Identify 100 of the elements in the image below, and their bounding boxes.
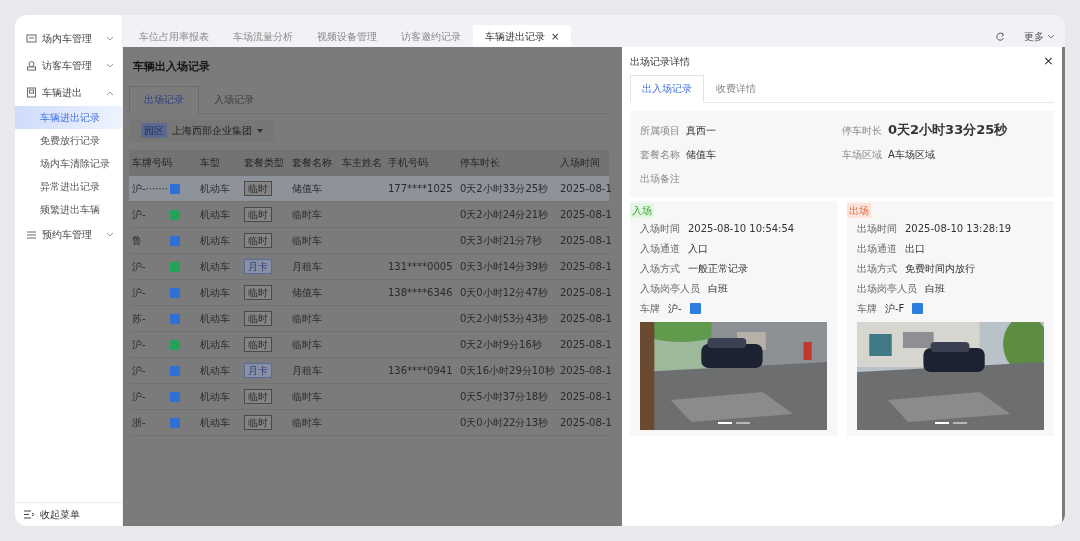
table-cell: 2025-08-1 — [557, 409, 609, 436]
sidebar-item[interactable]: 免费放行记录 — [15, 129, 122, 152]
page-tab[interactable]: 访客邀约记录 — [389, 25, 473, 47]
package-tag: 月卡 — [244, 363, 272, 378]
table-row[interactable]: 沪- 机动车 月卡 月租车 131****0005 0天3小时14分39秒 2025-08-1 — [129, 253, 609, 280]
table-cell: 临时车 — [289, 227, 339, 254]
table-cell: 机动车 — [197, 409, 241, 436]
field-value: 0天2小时33分25秒 — [888, 121, 1008, 140]
package-tag: 临时 — [244, 180, 272, 196]
table-cell: 2025-08-1 — [557, 383, 609, 410]
column-header: 套餐类型 — [241, 149, 289, 176]
column-header: 车型 — [197, 149, 241, 176]
table-cell: 临时车 — [289, 305, 339, 332]
table-cell: 2025-08-1 — [557, 253, 609, 280]
sidebar-item[interactable]: 异常进出记录 — [15, 175, 122, 198]
table-row[interactable]: 苏- 机动车 临时 临时车 0天2小时53分43秒 2025-08-1 — [129, 305, 609, 332]
column-header: 车牌号码 — [129, 149, 197, 176]
collapse-icon — [23, 509, 35, 520]
table-row[interactable]: 沪- 机动车 月卡 月租车 136****0941 0天16小时29分10秒 2025-08-1 — [129, 357, 609, 384]
document-icon — [26, 87, 37, 98]
tab[interactable]: 出入场记录 — [630, 75, 704, 103]
table-row[interactable]: 沪- 机动车 临时 临时车 0天2小时24分21秒 2025-08-1 — [129, 201, 609, 228]
page-tab[interactable]: 视频设备管理 — [305, 25, 389, 47]
field-label: 车牌 — [857, 301, 877, 316]
table-cell: 0天3小时21分7秒 — [457, 227, 557, 254]
drawer-title: 出场记录详情 — [630, 54, 690, 69]
table-cell: 2025-08-1 — [557, 227, 609, 254]
sidebar-item[interactable]: 访客车管理 — [15, 52, 122, 79]
field-label: 停车时长 — [842, 123, 882, 138]
table-cell: 临时车 — [289, 383, 339, 410]
table-cell: 机动车 — [197, 357, 241, 384]
table-cell: 177****1025 — [388, 182, 453, 194]
list-icon — [26, 229, 37, 240]
table-cell: 月租车 — [289, 253, 339, 280]
sidebar-item[interactable]: 车辆进出记录 — [15, 106, 122, 129]
table-cell: 2025-08-1 — [557, 175, 609, 202]
table-row[interactable]: 沪- 机动车 临时 临时车 0天5小时37分18秒 2025-08-1 — [129, 383, 609, 410]
table-cell: 机动车 — [197, 383, 241, 410]
package-tag: 临时 — [244, 337, 272, 352]
column-header: 车主姓名 — [339, 149, 385, 176]
column-header: 手机号码 — [385, 149, 457, 176]
field-label: 入场岗亭人员 — [640, 281, 700, 296]
close-button[interactable]: × — [1043, 51, 1054, 71]
table-cell: 2025-08-1 — [557, 279, 609, 306]
chevron-icon — [106, 62, 114, 69]
caret-icon — [257, 128, 263, 133]
table-cell: 机动车 — [197, 201, 241, 228]
field-label: 车牌 — [640, 301, 660, 316]
field-label: 所属项目 — [640, 123, 680, 138]
field-value: 白班 — [708, 281, 728, 296]
table-cell: 2025-08-1 — [557, 201, 609, 228]
column-header: 入场时间 — [557, 149, 609, 176]
more-menu[interactable]: 更多 — [1023, 28, 1055, 44]
package-tag: 临时 — [244, 389, 272, 404]
page-tab[interactable]: 车场流量分析 — [221, 25, 305, 47]
table-cell-text: 鲁 — [132, 234, 143, 248]
field-label: 入场方式 — [640, 261, 680, 276]
close-icon[interactable]: × — [551, 28, 560, 44]
field-label: 出场岗亭人员 — [857, 281, 917, 296]
table-cell: 机动车 — [197, 253, 241, 280]
page-tab[interactable]: 车辆进出记录 × — [473, 25, 572, 47]
table-cell: 138****6346 — [388, 287, 453, 298]
field-value: 一般正常记录 — [688, 261, 748, 276]
field-value: 储值车 — [686, 147, 716, 162]
sidebar-item[interactable]: 车辆进出 — [15, 79, 122, 106]
table-row[interactable]: 沪- 机动车 临时 临时车 0天2小时9分16秒 2025-08-1 — [129, 331, 609, 358]
collapse-menu-button[interactable]: 收起菜单 — [15, 502, 122, 526]
tab[interactable]: 出场记录 — [129, 85, 199, 114]
field-value: 2025-08-10 13:28:19 — [905, 221, 1012, 236]
tab[interactable]: 收费详情 — [704, 75, 768, 102]
table-row[interactable]: 沪-······· 机动车 临时 储值车 177****1025 0天2小时33分25秒 2025-08-1 — [129, 175, 609, 202]
table-row[interactable]: 沪- 机动车 临时 储值车 138****6346 0天0小时12分47秒 2025-08-1 — [129, 279, 609, 306]
field-value: 沪-F — [885, 301, 905, 316]
table-cell-text: 沪- — [132, 390, 147, 404]
table-cell: 136****0941 — [388, 365, 453, 376]
person-icon — [26, 60, 37, 71]
table-row[interactable]: 浙- 机动车 临时 临时车 0天0小时22分13秒 2025-08-1 — [129, 409, 609, 436]
field-label: 车场区域 — [842, 147, 882, 162]
field-value: A车场区域 — [888, 147, 935, 162]
page-title: 车辆出入场记录 — [133, 59, 210, 75]
carousel-indicator[interactable] — [934, 422, 967, 424]
field-label: 入场时间 — [640, 221, 680, 236]
table-cell: 储值车 — [289, 279, 339, 306]
table-row[interactable]: 鲁 机动车 临时 临时车 0天3小时21分7秒 2025-08-1 — [129, 227, 609, 254]
carousel-indicator[interactable] — [717, 422, 750, 424]
table-cell: 临时车 — [289, 409, 339, 436]
table-cell: 机动车 — [197, 331, 241, 358]
sidebar-item[interactable]: 预约车管理 — [15, 221, 122, 248]
package-tag: 月卡 — [244, 259, 272, 274]
table-cell: 机动车 — [197, 279, 241, 306]
column-header: 套餐名称 — [289, 149, 339, 176]
sidebar-item[interactable]: 场内车清除记录 — [15, 152, 122, 175]
page-tab[interactable]: 车位占用率报表 — [127, 25, 221, 47]
field-label: 入场通道 — [640, 241, 680, 256]
sidebar-item[interactable]: 场内车管理 — [15, 25, 122, 52]
table-cell: 储值车 — [289, 175, 339, 202]
refresh-icon[interactable] — [994, 30, 1006, 42]
column-header: 停车时长 — [457, 149, 557, 176]
field-label: 出场备注 — [640, 171, 680, 186]
sidebar-item[interactable]: 频繁进出车辆 — [15, 198, 122, 221]
